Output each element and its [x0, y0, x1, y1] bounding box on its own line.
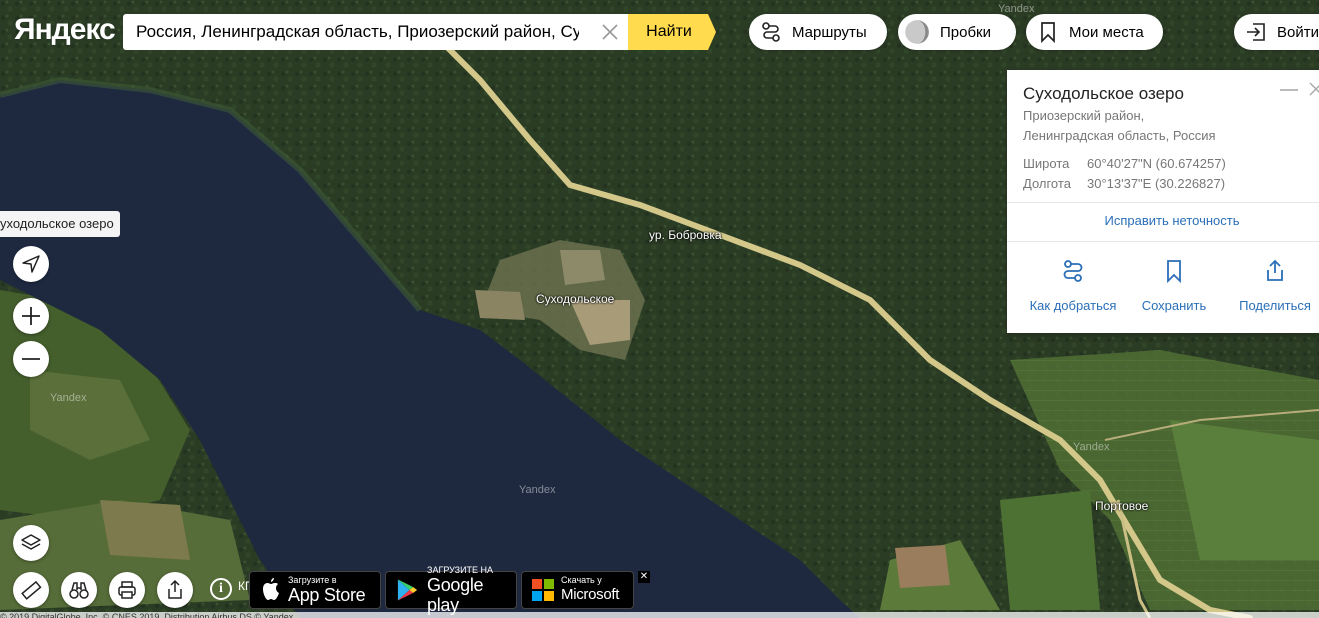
location-arrow-icon [22, 255, 40, 273]
google-play-badge[interactable]: ЗАГРУЗИТЕ НА Google play [385, 565, 517, 615]
yandex-watermark: Yandex [50, 392, 87, 404]
map-label-portovoe[interactable]: Портовое [1095, 499, 1148, 513]
yandex-watermark: Yandex [519, 484, 556, 496]
close-badges-icon[interactable]: ✕ [638, 571, 650, 583]
google-play-icon [397, 579, 418, 601]
route-icon [762, 22, 780, 42]
print-button[interactable] [109, 572, 145, 608]
bookmark-icon [1041, 22, 1055, 43]
share-icon [1267, 259, 1283, 281]
ruler-icon [21, 580, 42, 600]
ruler-button[interactable] [13, 572, 49, 608]
geolocation-button[interactable] [13, 246, 49, 282]
traffic-button[interactable]: Пробки [898, 14, 1016, 50]
share-label: Поделиться [1239, 298, 1311, 313]
microsoft-big: Microsoft [561, 586, 620, 603]
google-play-small: ЗАГРУЗИТЕ НА [427, 565, 494, 575]
longitude-label: Долгота [1023, 176, 1071, 191]
microsoft-small: Скачать у [561, 575, 602, 585]
latitude-value: 60°40'27"N (60.674257) [1087, 156, 1226, 171]
login-button[interactable]: Войти [1234, 14, 1319, 50]
yandex-watermark: Yandex [998, 3, 1035, 15]
info-icon[interactable]: i [210, 578, 232, 600]
fix-inaccuracy-link[interactable]: Исправить неточность [1007, 213, 1319, 228]
microsoft-badge[interactable]: Скачать у Microsoft [521, 571, 634, 609]
login-label: Войти [1277, 23, 1319, 41]
coordinates: Широта 60°40'27"N (60.674257) Долгота 30°1… [1023, 154, 1226, 194]
save-action[interactable]: Сохранить [1124, 258, 1224, 313]
zoom-out-button[interactable] [13, 341, 49, 377]
my-places-label: Мои места [1069, 23, 1144, 41]
binoculars-icon [69, 582, 89, 599]
divider [1007, 202, 1319, 203]
directions-action[interactable]: Как добраться [1023, 258, 1123, 313]
zoom-in-button[interactable] [13, 298, 49, 334]
place-address: Приозерский район, Ленинградская область… [1023, 106, 1216, 146]
find-button[interactable]: Найти [628, 14, 716, 50]
printer-icon [118, 581, 136, 599]
traffic-icon [905, 20, 929, 44]
map-label-bobrovka[interactable]: ур. Бобровка [649, 228, 722, 242]
layers-button[interactable] [13, 525, 49, 561]
longitude-row: Долгота 30°13'37"E (30.226827) [1023, 174, 1226, 194]
share-button[interactable] [157, 572, 193, 608]
my-places-button[interactable]: Мои места [1026, 14, 1163, 50]
layers-icon [21, 534, 41, 550]
app-store-text: Загрузите в App Store [288, 575, 366, 605]
divider [1007, 241, 1319, 242]
routes-label: Маршруты [792, 23, 867, 41]
clear-icon[interactable] [600, 22, 620, 42]
minus-icon [22, 358, 40, 360]
panorama-button[interactable] [61, 572, 97, 608]
share-icon [168, 579, 182, 599]
microsoft-icon [532, 579, 554, 601]
latitude-label: Широта [1023, 156, 1070, 171]
longitude-value: 30°13'37"E (30.226827) [1087, 176, 1226, 191]
copyright-bar[interactable]: © 2019 DigitalGlobe, Inc. © CNES 2019, D… [0, 612, 1319, 618]
google-play-text: ЗАГРУЗИТЕ НА Google play [427, 565, 516, 615]
login-icon [1247, 23, 1265, 41]
search-input[interactable] [123, 15, 579, 49]
app-store-badge[interactable]: Загрузите в App Store [249, 571, 381, 609]
yandex-logo[interactable]: Яндекс [14, 13, 116, 47]
plus-icon [22, 307, 40, 325]
close-icon[interactable] [1308, 81, 1319, 97]
yandex-watermark: Yandex [1073, 441, 1110, 453]
save-label: Сохранить [1141, 298, 1207, 313]
place-card: Суходольское озеро Приозерский район, Ле… [1007, 70, 1319, 333]
place-title: Суходольское озеро [1023, 84, 1184, 103]
google-play-big: Google play [427, 575, 484, 615]
share-action[interactable]: Поделиться [1225, 258, 1319, 313]
map-label-sukhodolskoe[interactable]: Суходольское [536, 292, 614, 306]
address-line: Ленинградская область, Россия [1023, 128, 1216, 143]
app-store-big: App Store [288, 585, 366, 605]
route-icon [1063, 260, 1083, 282]
apple-icon [263, 578, 279, 600]
bookmark-icon [1167, 260, 1181, 284]
directions-label: Как добраться [1029, 298, 1117, 313]
address-line: Приозерский район, [1023, 108, 1145, 123]
find-label: Найти [646, 23, 692, 40]
search-box [123, 14, 628, 50]
microsoft-text: Скачать у Microsoft [561, 575, 619, 605]
latitude-row: Широта 60°40'27"N (60.674257) [1023, 154, 1226, 174]
lake-name-tag[interactable]: уходольское озеро [0, 211, 120, 237]
minimize-icon[interactable] [1280, 89, 1298, 91]
routes-button[interactable]: Маршруты [749, 14, 887, 50]
app-store-small: Загрузите в [288, 575, 337, 585]
traffic-label: Пробки [940, 23, 991, 41]
